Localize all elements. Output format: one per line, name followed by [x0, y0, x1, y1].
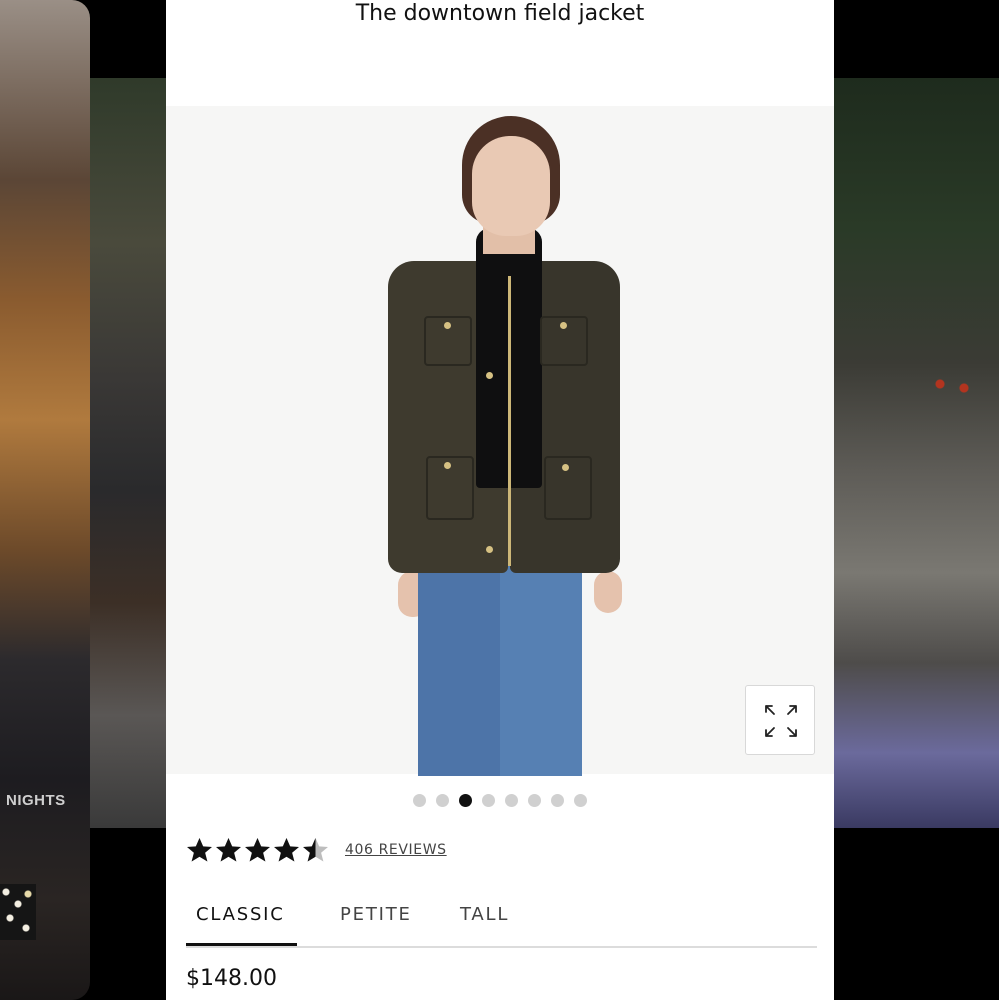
carousel-dot[interactable]: [574, 794, 587, 807]
jeans-left: [418, 566, 500, 776]
background-photo-right: [834, 78, 999, 828]
star-icon: [216, 838, 241, 862]
expand-image-button[interactable]: [745, 685, 815, 755]
background-card-label: NIGHTS: [6, 792, 66, 809]
image-carousel-dots: [166, 794, 834, 808]
star-icon: [274, 838, 299, 862]
jacket-button: [486, 372, 493, 379]
product-title: The downtown field jacket: [355, 1, 645, 26]
model-hand-right: [594, 571, 622, 613]
jacket-button: [562, 464, 569, 471]
carousel-dot[interactable]: [459, 794, 472, 807]
star-icon: [245, 838, 270, 862]
model-figure: [388, 116, 622, 776]
background-card-left: NIGHTS: [0, 0, 90, 1000]
jacket-button: [444, 322, 451, 329]
jacket-button: [486, 546, 493, 553]
product-panel: The downtown field jacket 406 REVIEWS CL…: [166, 0, 834, 1000]
carousel-dot[interactable]: [436, 794, 449, 807]
jacket-button: [444, 462, 451, 469]
carousel-dot[interactable]: [551, 794, 564, 807]
carousel-dot[interactable]: [505, 794, 518, 807]
jacket-zipper: [508, 276, 511, 566]
star-icon: [187, 838, 212, 862]
tab-classic[interactable]: CLASSIC: [186, 896, 297, 946]
rating-row: 406 REVIEWS: [186, 836, 447, 864]
jeans-right: [500, 566, 582, 776]
background-flowers: [934, 378, 984, 398]
product-price: $148.00: [186, 966, 277, 991]
fit-tabs: CLASSIC PETITE TALL: [186, 896, 817, 948]
tab-petite[interactable]: PETITE: [340, 896, 412, 944]
product-image[interactable]: [166, 106, 834, 776]
model-face: [472, 136, 550, 236]
expand-arrows-icon: [765, 705, 797, 737]
star-rating: [186, 837, 329, 863]
carousel-dot[interactable]: [413, 794, 426, 807]
star-icon: [303, 838, 328, 862]
reviews-link[interactable]: 406 REVIEWS: [345, 842, 447, 858]
carousel-dot[interactable]: [482, 794, 495, 807]
tab-tall[interactable]: TALL: [460, 896, 509, 944]
jacket-button: [560, 322, 567, 329]
background-photo-left: [90, 78, 166, 828]
carousel-dot[interactable]: [528, 794, 541, 807]
background-swatch: [0, 884, 36, 940]
